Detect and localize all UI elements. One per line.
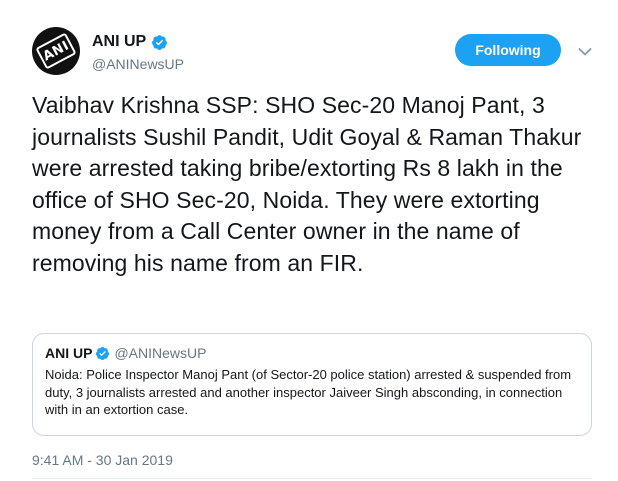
following-button[interactable]: Following [455, 34, 561, 66]
quoted-author-handle: @ANINewsUP [114, 345, 207, 361]
chevron-down-icon[interactable] [578, 44, 592, 56]
tweet-text: Vaibhav Krishna SSP: SHO Sec-20 Manoj Pa… [32, 92, 582, 276]
divider [32, 478, 592, 479]
quoted-tweet-card[interactable]: ANI UP @ANINewsUP Noida: Police Inspecto… [32, 333, 592, 436]
author-info: ANI UP @ANINewsUP [92, 33, 184, 72]
display-name-row: ANI UP [92, 33, 184, 51]
verified-badge-icon [151, 34, 168, 51]
tweet-timestamp[interactable]: 9:41 AM - 30 Jan 2019 [32, 452, 173, 468]
tweet-container: ANI ANI UP @ANINewsUP Following Vaibhav … [0, 0, 618, 481]
quoted-tweet-text: Noida: Police Inspector Manoj Pant (of S… [45, 367, 572, 417]
quoted-author-display-name: ANI UP [45, 345, 93, 361]
avatar-logo: ANI [35, 32, 77, 70]
quoted-tweet-header: ANI UP @ANINewsUP [45, 345, 579, 361]
avatar[interactable]: ANI [32, 27, 80, 75]
verified-badge-icon [95, 346, 110, 361]
author-display-name[interactable]: ANI UP [92, 33, 146, 51]
author-handle[interactable]: @ANINewsUP [92, 56, 184, 72]
